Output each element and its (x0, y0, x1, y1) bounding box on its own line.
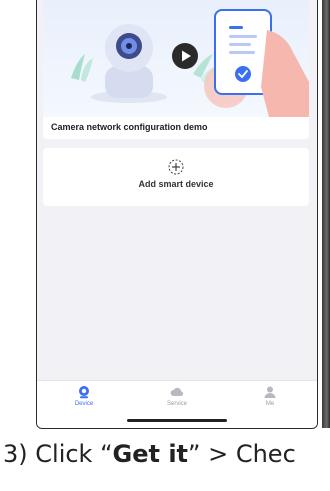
tab-service-label: Service (166, 401, 187, 407)
home-indicator (127, 419, 227, 422)
cloud-icon (170, 387, 184, 397)
person-icon (264, 386, 276, 398)
demo-video-card[interactable]: Camera network configuration demo (43, 0, 309, 139)
demo-banner[interactable] (43, 0, 309, 117)
tab-device-label: Device (74, 401, 94, 407)
play-icon[interactable] (171, 42, 199, 70)
demo-title: Camera network configuration demo (51, 122, 208, 132)
tab-service[interactable]: Service (147, 385, 207, 407)
adjacent-device-edge (322, 0, 330, 428)
add-smart-device-label: Add smart device (138, 179, 214, 189)
phone-screen: Camera network configuration demo Add sm… (36, 0, 318, 429)
caption-prefix: 3) Click “ (3, 440, 113, 468)
caption-suffix: ” > Chec (188, 440, 296, 468)
tab-device[interactable]: Device (54, 385, 114, 407)
caption-bold: Get it (112, 440, 189, 468)
tab-me-label: Me (265, 401, 275, 407)
add-smart-device-button[interactable]: Add smart device (43, 148, 309, 206)
plus-circle-icon (168, 159, 184, 175)
tab-me[interactable]: Me (240, 385, 300, 407)
instruction-caption: 3) Click “Get it” > Chec (3, 440, 296, 468)
device-icon (79, 386, 89, 399)
